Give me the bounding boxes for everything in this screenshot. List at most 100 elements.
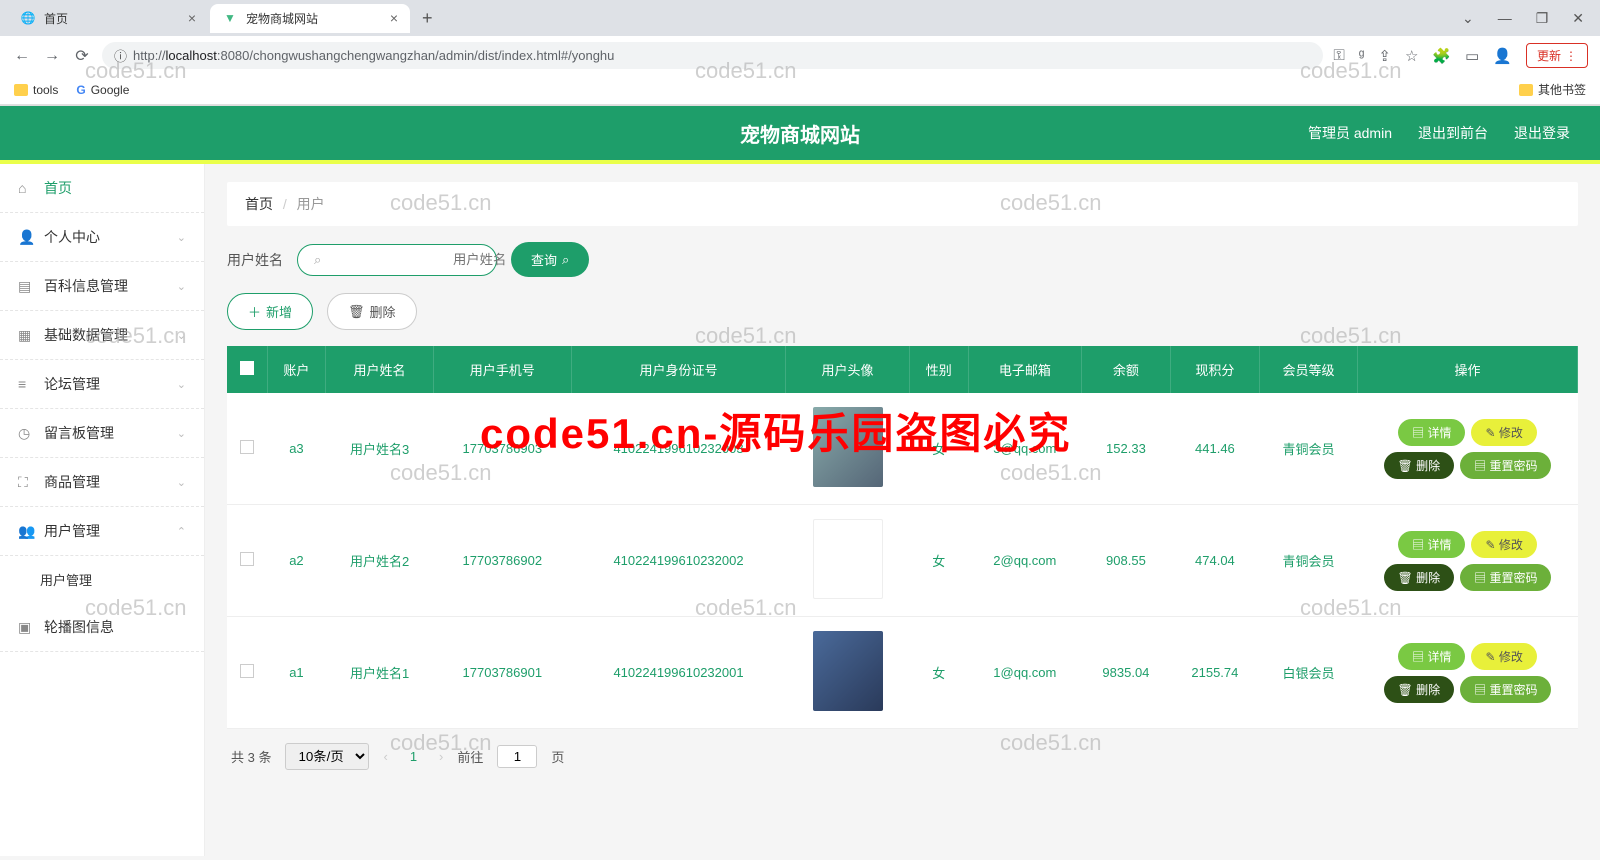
maximize-icon[interactable]: ❐ (1536, 10, 1549, 27)
total-count: 共 3 条 (231, 747, 271, 766)
delete-button[interactable]: 🗑 删除 (1384, 676, 1455, 703)
sidebar-item-baike[interactable]: ▤百科信息管理⌄ (0, 262, 204, 311)
update-button[interactable]: 更新⋮ (1526, 43, 1588, 68)
table-header: 用户头像 (786, 346, 910, 393)
sidebar-item-carousel[interactable]: ▣轮播图信息 (0, 603, 204, 652)
search-icon: ⌕ (314, 252, 321, 268)
cell-phone: 17703786901 (433, 617, 571, 729)
extensions-icon[interactable]: 🧩 (1432, 47, 1451, 65)
forward-icon[interactable]: → (42, 47, 62, 65)
table-header: 账户 (267, 346, 326, 393)
key-icon[interactable]: ⚿ (1333, 47, 1344, 64)
edit-button[interactable]: ✎ 修改 (1471, 643, 1536, 670)
sidebar-item-goods[interactable]: ⛶商品管理⌄ (0, 458, 204, 507)
sidebar-item-forum[interactable]: ≡论坛管理⌄ (0, 360, 204, 409)
prev-page[interactable]: ‹ (383, 749, 387, 764)
cell-account: a3 (267, 393, 326, 505)
info-icon[interactable]: ⓘ (114, 46, 127, 65)
sidebar-item-message[interactable]: ◷留言板管理⌄ (0, 409, 204, 458)
profile-icon[interactable]: 👤 (1493, 47, 1512, 65)
cell-account: a2 (267, 505, 326, 617)
row-checkbox[interactable] (240, 664, 254, 678)
data-icon: ▦ (18, 327, 34, 344)
view-button[interactable]: ▤ 详情 (1398, 531, 1465, 558)
breadcrumb-home[interactable]: 首页 (245, 196, 273, 212)
minimize-icon[interactable]: — (1498, 10, 1512, 27)
chevron-down-icon: ⌄ (177, 476, 186, 489)
sidebar-subitem-user-manage[interactable]: 用户管理 (0, 556, 204, 603)
reading-list-icon[interactable]: ▭ (1465, 47, 1479, 65)
delete-button[interactable]: 🗑 删除 (1384, 452, 1455, 479)
page-input[interactable] (497, 745, 537, 768)
tab-title: 宠物商城网站 (246, 10, 318, 27)
sidebar-item-home[interactable]: ⌂首页 (0, 164, 204, 213)
bookmark-other[interactable]: 其他书签 (1519, 81, 1586, 98)
add-button[interactable]: ＋ 新增 (227, 293, 313, 330)
chevron-down-icon: ⌄ (177, 427, 186, 440)
cell-gender: 女 (909, 393, 968, 505)
share-icon[interactable]: ⇪ (1378, 47, 1391, 65)
url-input[interactable]: ⓘ http://localhost:8080/chongwushangchen… (102, 42, 1323, 69)
close-icon[interactable]: × (390, 10, 398, 26)
row-checkbox[interactable] (240, 440, 254, 454)
pagination: 共 3 条 10条/页 ‹ 1 › 前往 页 (227, 729, 1578, 784)
logout-link[interactable]: 退出登录 (1514, 123, 1570, 143)
view-button[interactable]: ▤ 详情 (1398, 419, 1465, 446)
bookmark-google[interactable]: GGoogle (76, 83, 129, 97)
reset-password-button[interactable]: ▤ 重置密码 (1460, 676, 1551, 703)
search-button[interactable]: 查询 ⌕ (511, 242, 589, 277)
table-row: a3 用户姓名3 17703786903 410224199610232003 … (227, 393, 1578, 505)
search-input-wrapper: ⌕ (297, 244, 497, 276)
edit-button[interactable]: ✎ 修改 (1471, 419, 1536, 446)
cell-name: 用户姓名3 (326, 393, 433, 505)
cell-avatar (786, 505, 910, 617)
close-window-icon[interactable]: ✕ (1572, 10, 1584, 27)
cell-level: 青铜会员 (1259, 393, 1357, 505)
user-icon: 👤 (18, 229, 34, 246)
admin-label[interactable]: 管理员 admin (1308, 123, 1392, 143)
delete-button[interactable]: 🗑 删除 (327, 293, 417, 330)
bookmarks-bar: tools GGoogle 其他书签 (0, 75, 1600, 105)
view-button[interactable]: ▤ 详情 (1398, 643, 1465, 670)
edit-button[interactable]: ✎ 修改 (1471, 531, 1536, 558)
clock-icon: ◷ (18, 425, 34, 442)
exit-to-front-link[interactable]: 退出到前台 (1418, 123, 1488, 143)
home-icon: ⌂ (18, 180, 34, 196)
cell-points: 441.46 (1170, 393, 1259, 505)
page-number[interactable]: 1 (402, 747, 425, 766)
breadcrumb: 首页 / 用户 (227, 182, 1578, 226)
user-table: 账户用户姓名用户手机号用户身份证号用户头像性别电子邮箱余额现积分会员等级操作 a… (227, 346, 1578, 729)
pagesize-select[interactable]: 10条/页 (285, 743, 369, 770)
sidebar-item-personal[interactable]: 👤个人中心⌄ (0, 213, 204, 262)
table-header: 会员等级 (1259, 346, 1357, 393)
browser-tab-home[interactable]: 🌐 首页 × (8, 4, 208, 33)
select-all-checkbox[interactable] (240, 361, 254, 375)
cell-level: 白银会员 (1259, 617, 1357, 729)
table-header: 电子邮箱 (968, 346, 1081, 393)
new-tab-button[interactable]: + (412, 4, 443, 33)
list-icon: ≡ (18, 376, 34, 392)
browser-tab-current[interactable]: ▼ 宠物商城网站 × (210, 4, 410, 33)
delete-button[interactable]: 🗑 删除 (1384, 564, 1455, 591)
bookmark-tools[interactable]: tools (14, 83, 58, 97)
sidebar-item-user[interactable]: 👥用户管理⌃ (0, 507, 204, 556)
cell-name: 用户姓名1 (326, 617, 433, 729)
search-input[interactable] (329, 252, 506, 267)
chevron-up-icon: ⌃ (177, 525, 186, 538)
chevron-down-icon: ⌄ (177, 231, 186, 244)
chevron-down-icon[interactable]: ⌄ (1462, 10, 1474, 27)
translate-icon[interactable]: ᵍ (1359, 47, 1365, 64)
cell-idcard: 410224199610232002 (571, 505, 785, 617)
reset-password-button[interactable]: ▤ 重置密码 (1460, 452, 1551, 479)
reset-password-button[interactable]: ▤ 重置密码 (1460, 564, 1551, 591)
address-bar: ← → ⟳ ⓘ http://localhost:8080/chongwusha… (0, 36, 1600, 75)
folder-icon (14, 84, 28, 96)
back-icon[interactable]: ← (12, 47, 32, 65)
row-checkbox[interactable] (240, 552, 254, 566)
table-header: 余额 (1081, 346, 1170, 393)
star-icon[interactable]: ☆ (1405, 47, 1418, 65)
close-icon[interactable]: × (188, 10, 196, 26)
sidebar-item-basic[interactable]: ▦基础数据管理⌄ (0, 311, 204, 360)
next-page[interactable]: › (439, 749, 443, 764)
reload-icon[interactable]: ⟳ (72, 46, 92, 66)
